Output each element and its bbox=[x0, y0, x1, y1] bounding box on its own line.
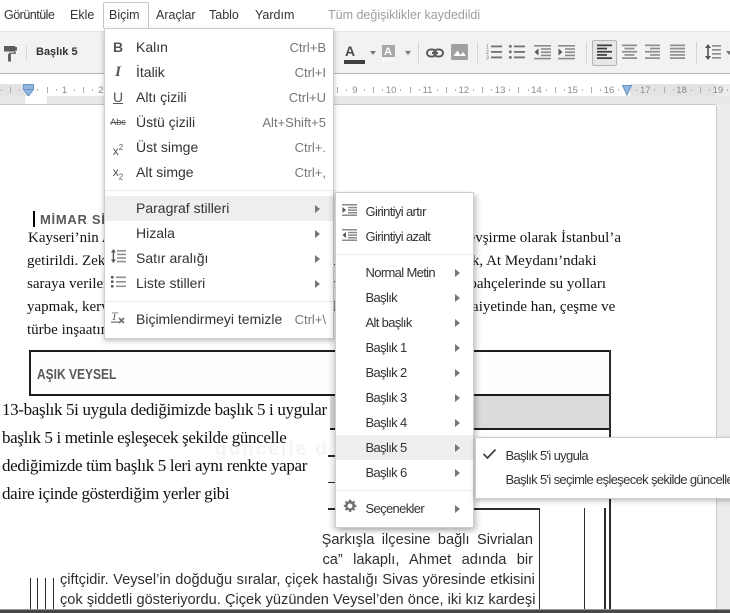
svg-text:T: T bbox=[111, 310, 119, 323]
svg-text:3: 3 bbox=[486, 56, 489, 61]
